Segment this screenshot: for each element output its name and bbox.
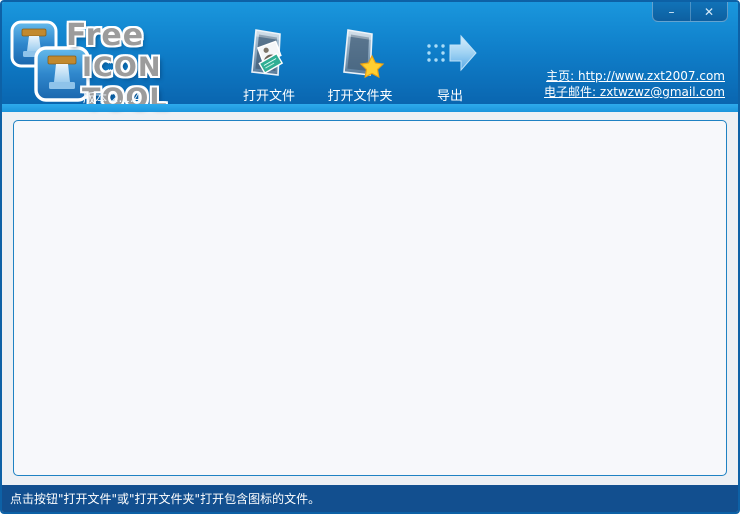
export-icon <box>422 24 478 82</box>
open-folder-button[interactable]: 打开文件夹 <box>314 24 406 104</box>
app-window: – ✕ Free ICON TOOL 版本 2.1.4 打开文件 打开文件夹 导… <box>0 0 740 514</box>
homepage-link[interactable]: 主页: http://www.zxt2007.com <box>544 68 725 84</box>
export-button[interactable]: 导出 <box>415 24 485 104</box>
minimize-button[interactable]: – <box>653 2 690 21</box>
window-controls: – ✕ <box>652 2 728 22</box>
status-text: 点击按钮"打开文件"或"打开文件夹"打开包含图标的文件。 <box>10 492 321 506</box>
open-folder-label: 打开文件夹 <box>327 89 393 104</box>
app-logo: Free ICON TOOL 版本 2.1.4 <box>10 16 240 114</box>
open-file-icon <box>240 24 298 82</box>
email-link[interactable]: 电子邮件: zxtwzwz@gmail.com <box>544 84 725 100</box>
header-accent-strip <box>2 104 738 112</box>
open-file-button[interactable]: 打开文件 <box>234 24 304 104</box>
status-bar: 点击按钮"打开文件"或"打开文件夹"打开包含图标的文件。 <box>2 485 738 512</box>
icon-list-panel[interactable] <box>13 120 727 476</box>
header-links: 主页: http://www.zxt2007.com 电子邮件: zxtwzwz… <box>544 68 725 100</box>
content-area <box>2 112 738 485</box>
logo-text-free: Free <box>66 18 145 53</box>
export-label: 导出 <box>436 89 463 104</box>
open-folder-icon <box>331 24 389 82</box>
header: – ✕ Free ICON TOOL 版本 2.1.4 打开文件 打开文件夹 导… <box>2 2 738 114</box>
close-button[interactable]: ✕ <box>690 2 727 21</box>
open-file-label: 打开文件 <box>242 89 295 104</box>
